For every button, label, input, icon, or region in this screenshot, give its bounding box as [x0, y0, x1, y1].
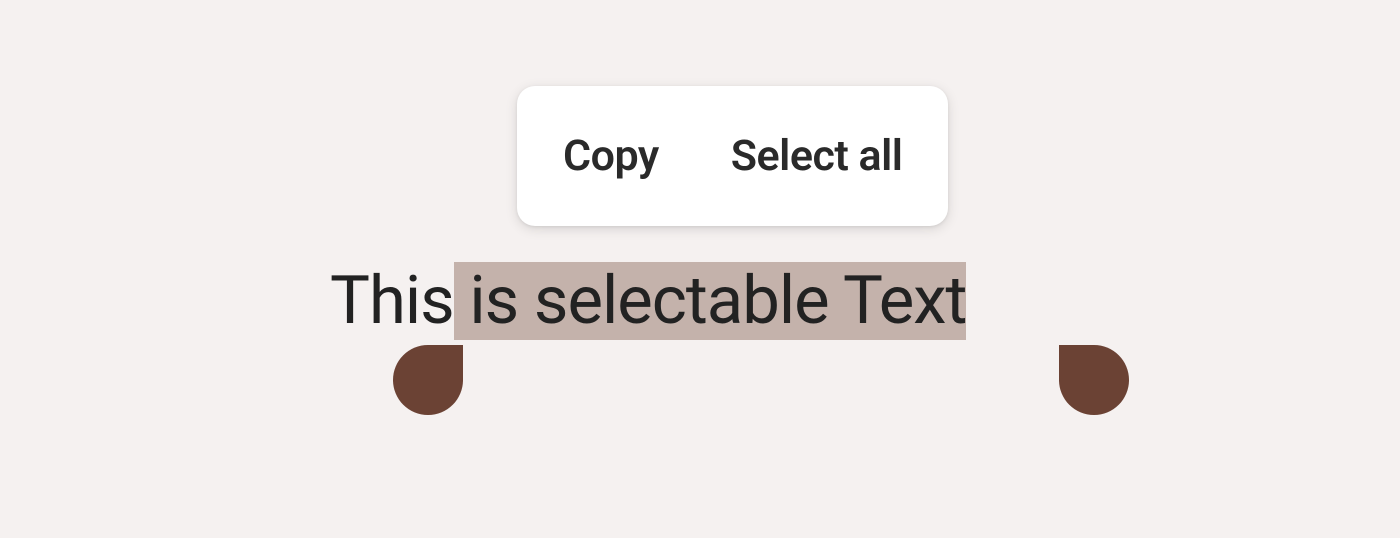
- text-before-selection: This: [330, 262, 454, 340]
- selection-handle-end[interactable]: [1059, 345, 1129, 415]
- selectable-text[interactable]: This is selectable Text: [330, 262, 966, 340]
- text-selection: is selectable Text: [454, 262, 967, 340]
- text-selection-context-menu: Copy Select all: [517, 86, 948, 226]
- selection-handle-start[interactable]: [393, 345, 463, 415]
- select-all-button[interactable]: Select all: [695, 131, 939, 181]
- copy-button[interactable]: Copy: [527, 131, 695, 181]
